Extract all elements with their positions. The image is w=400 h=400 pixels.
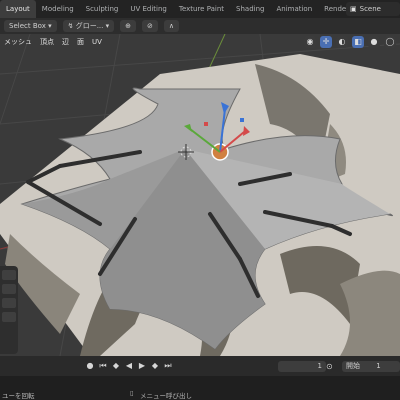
start-frame-label: 開始 (346, 361, 360, 370)
status-left-text: ユーを回転 (2, 392, 35, 400)
gizmo-plane-blue-icon[interactable] (240, 118, 244, 122)
tab-modeling[interactable]: Modeling (36, 0, 80, 18)
record-icon[interactable]: ● (86, 362, 94, 370)
scene-label: Scene (359, 5, 381, 13)
tab-layout[interactable]: Layout (0, 0, 36, 18)
overlay-icon[interactable]: ◐ (336, 35, 348, 48)
start-frame-field[interactable]: 開始 1 (342, 360, 400, 372)
play-icon[interactable]: ▶ (138, 362, 146, 370)
select-box-dropdown[interactable]: Select Box ▾ (4, 20, 57, 32)
orientation-icon: ↯ (67, 22, 74, 30)
scene-selector[interactable]: ▣ Scene (346, 2, 400, 16)
menu-face[interactable]: 面 (77, 37, 84, 47)
menu-mesh[interactable]: メッシュ (4, 37, 32, 47)
current-frame-value: 1 (317, 361, 322, 370)
viewport-canvas (0, 34, 400, 356)
pivot-dropdown[interactable]: ⊕ (120, 20, 137, 32)
next-keyframe-icon[interactable]: ◆ (151, 362, 159, 370)
prev-keyframe-icon[interactable]: ◆ (112, 362, 120, 370)
menu-vertex[interactable]: 頂点 (40, 37, 54, 47)
mouse-icon: ▯ (130, 389, 134, 397)
proportional-toggle[interactable]: ∧ (163, 20, 180, 32)
timeline-bar: ● ⏮ ◆ ◀ ▶ ◆ ⏭ 1 ⊙ 開始 1 (0, 356, 400, 376)
menu-edge[interactable]: 辺 (62, 37, 69, 47)
xray-icon[interactable]: ◧ (352, 35, 364, 48)
cursor-icon: ⊕ (125, 22, 132, 30)
viewport-header-controls: ◉ ✛ ◐ ◧ ● ◯ (304, 34, 400, 49)
redo-panel[interactable] (0, 266, 18, 354)
status-bar: ユーを回転 ▯ メニュー呼び出し (0, 376, 400, 400)
chevron-down-icon: ▾ (105, 22, 110, 30)
panel-row (2, 270, 16, 280)
current-frame-field[interactable]: 1 (278, 360, 326, 372)
proportional-icon: ∧ (168, 22, 175, 30)
panel-row (2, 312, 16, 322)
transform-orientation-dropdown[interactable]: ↯ グロー... ▾ (62, 20, 115, 32)
status-center-text: メニュー呼び出し (140, 392, 192, 400)
3d-viewport[interactable] (0, 34, 400, 356)
panel-row (2, 284, 16, 294)
visibility-icon[interactable]: ◉ (304, 35, 316, 48)
tab-sculpting[interactable]: Sculpting (80, 0, 125, 18)
header-toolbar: Select Box ▾ ↯ グロー... ▾ ⊕ ⊘ ∧ (0, 18, 400, 34)
tab-shading[interactable]: Shading (230, 0, 270, 18)
jump-end-icon[interactable]: ⏭ (164, 362, 172, 370)
tab-animation[interactable]: Animation (270, 0, 318, 18)
gizmo-plane-red-icon[interactable] (204, 122, 208, 126)
gizmo-toggle-icon[interactable]: ✛ (320, 35, 332, 48)
shading-material-icon[interactable]: ◯ (384, 35, 396, 48)
select-box-label: Select Box (9, 22, 46, 30)
snap-toggle[interactable]: ⊘ (142, 20, 158, 32)
menu-uv[interactable]: UV (92, 38, 102, 46)
orientation-label: グロー... (75, 22, 104, 30)
play-reverse-icon[interactable]: ◀ (125, 362, 133, 370)
panel-row (2, 298, 16, 308)
clock-icon[interactable]: ⊙ (326, 362, 333, 371)
chevron-down-icon: ▾ (48, 22, 52, 30)
scene-icon: ▣ (350, 5, 357, 13)
snap-icon: ⊘ (147, 22, 153, 30)
tab-uv-editing[interactable]: UV Editing (124, 0, 173, 18)
shading-solid-icon[interactable]: ● (368, 35, 380, 48)
playback-controls: ● ⏮ ◆ ◀ ▶ ◆ ⏭ (86, 362, 172, 370)
jump-start-icon[interactable]: ⏮ (99, 362, 107, 370)
workspace-tab-bar: Layout Modeling Sculpting UV Editing Tex… (0, 0, 400, 18)
tab-texture-paint[interactable]: Texture Paint (173, 0, 230, 18)
start-frame-value: 1 (376, 361, 381, 370)
